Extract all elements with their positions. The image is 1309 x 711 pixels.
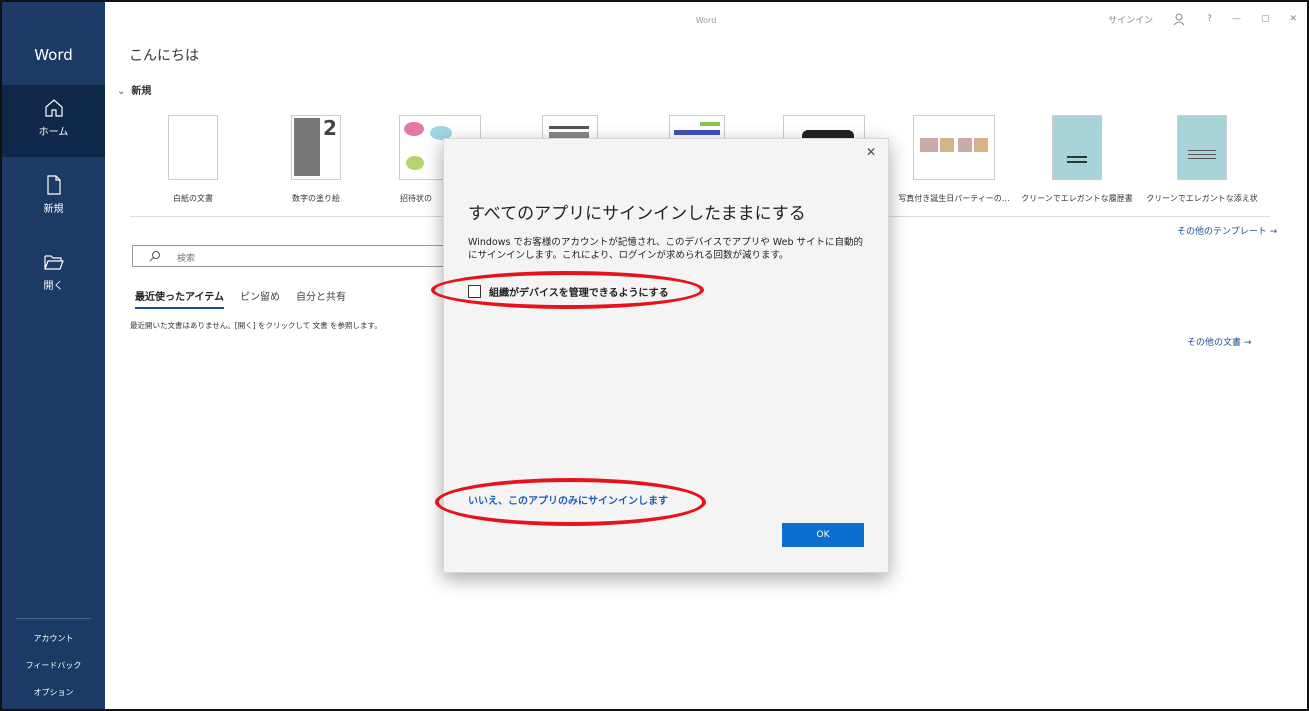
dialog-title: すべてのアプリにサインインしたままにする (468, 204, 806, 224)
template-thumbnail (913, 115, 995, 180)
sidebar-options[interactable]: オプション (2, 687, 105, 698)
template-cover-letter[interactable]: クリーンでエレガントな添え状 (1142, 115, 1262, 204)
sidebar-item-new[interactable]: 新規 (2, 162, 105, 234)
sidebar-item-label: 開く (43, 281, 64, 292)
template-birthday[interactable]: 写真付き誕生日パーティーの… (894, 115, 1014, 204)
coauthor-icon[interactable] (1173, 12, 1187, 26)
tab-shared[interactable]: 自分と共有 (296, 288, 346, 309)
sign-in-dialog: ✕ すべてのアプリにサインインしたままにする Windows でお客様のアカウン… (443, 138, 889, 573)
tab-pinned[interactable]: ピン留め (240, 288, 280, 309)
template-thumbnail: 2 (291, 115, 341, 180)
word-window: Word ホーム 新規 開く アカウント フィードバック オプション Word … (0, 0, 1309, 711)
search-input[interactable]: 検索 (132, 245, 462, 267)
greeting: こんにちは (129, 48, 199, 64)
template-coloring[interactable]: 2 数字の塗り絵 (256, 115, 376, 204)
template-resume[interactable]: クリーンでエレガントな履歴書 (1017, 115, 1137, 204)
help-button[interactable]: ? (1207, 14, 1212, 24)
template-caption: 写真付き誕生日パーティーの… (898, 194, 1010, 203)
tab-recent[interactable]: 最近使ったアイテム (135, 288, 224, 309)
chevron-down-icon: ⌄ (117, 86, 126, 97)
title-bar: Word サインイン ? — ▢ ✕ (105, 2, 1307, 38)
ok-button[interactable]: OK (782, 523, 864, 547)
sidebar-feedback[interactable]: フィードバック (2, 660, 105, 671)
new-section-title: 新規 (131, 86, 152, 97)
minimize-button[interactable]: — (1232, 14, 1241, 24)
sidebar-item-label: 新規 (43, 204, 64, 215)
restore-button[interactable]: ▢ (1261, 14, 1270, 24)
sidebar-item-label: ホーム (38, 127, 69, 138)
sign-in-link[interactable]: サインイン (1108, 13, 1153, 26)
template-blank[interactable]: 白紙の文書 (133, 115, 253, 204)
manage-device-checkbox[interactable]: 組織がデバイスを管理できるようにする (468, 284, 669, 299)
template-thumbnail (168, 115, 218, 180)
search-placeholder: 検索 (177, 254, 196, 264)
template-caption: 数字の塗り絵 (292, 194, 340, 203)
home-icon (44, 99, 63, 117)
this-app-only-link[interactable]: いいえ、このアプリのみにサインインします (468, 492, 668, 507)
template-caption: クリーンでエレガントな履歴書 (1021, 194, 1133, 203)
template-caption: 白紙の文書 (173, 194, 213, 203)
empty-recent-message: 最近開いた文書はありません。[開く] をクリックして 文書 を参照します。 (130, 321, 382, 330)
title-bar-controls: サインイン ? — ▢ ✕ (1108, 12, 1297, 26)
new-document-icon (46, 175, 61, 195)
close-window-button[interactable]: ✕ (1289, 14, 1297, 24)
sidebar-item-home[interactable]: ホーム (2, 85, 105, 157)
sidebar: Word ホーム 新規 開く アカウント フィードバック オプション (2, 2, 105, 709)
sidebar-account[interactable]: アカウント (2, 633, 105, 644)
search-icon (149, 251, 160, 262)
more-templates-link[interactable]: その他のテンプレート → (1177, 224, 1277, 237)
sidebar-divider (16, 618, 91, 619)
folder-open-icon (43, 255, 64, 270)
document-tabs: 最近使ったアイテム ピン留め 自分と共有 (135, 288, 346, 309)
sidebar-item-open[interactable]: 開く (2, 239, 105, 311)
close-icon[interactable]: ✕ (866, 145, 876, 159)
checkbox-label: 組織がデバイスを管理できるようにする (489, 288, 669, 299)
template-thumbnail (1052, 115, 1102, 180)
template-thumbnail (1177, 115, 1227, 180)
app-brand: Word (34, 46, 73, 64)
dialog-body: Windows でお客様のアカウントが記憶され、このデバイスでアプリや Web … (468, 237, 863, 261)
new-section-header[interactable]: ⌄ 新規 (117, 82, 151, 97)
more-documents-link[interactable]: その他の文書 → (1187, 335, 1251, 348)
template-caption: クリーンでエレガントな添え状 (1146, 194, 1258, 203)
checkbox-box[interactable] (468, 285, 481, 298)
